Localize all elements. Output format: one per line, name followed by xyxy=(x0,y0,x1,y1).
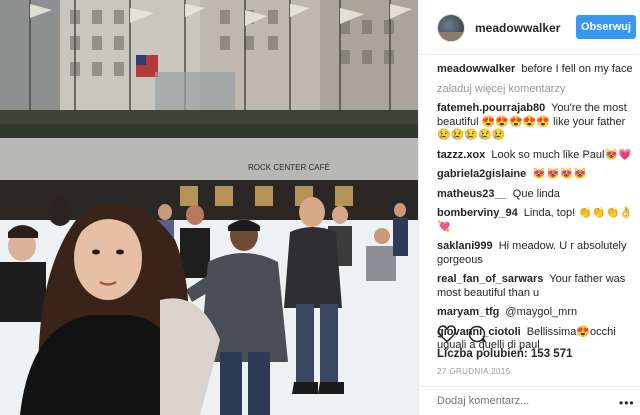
more-options-icon[interactable]: ••• xyxy=(619,396,635,410)
load-more-comments-link[interactable]: załaduj więcej komentarzy xyxy=(437,83,637,97)
comment-list: meadowwalker before I fell on my face za… xyxy=(437,63,637,359)
comment-item: fatemeh.pourrajab80 You're the most beau… xyxy=(437,102,637,143)
like-count[interactable]: Liczba polubień: 153 571 xyxy=(437,348,572,360)
heart-icon[interactable] xyxy=(437,324,457,344)
comment-text: Que linda xyxy=(512,187,560,200)
comment-icon[interactable] xyxy=(467,324,487,344)
comment-mention[interactable]: @maygol_mrn xyxy=(505,306,577,318)
comment-text: 😻😻😻😻 xyxy=(532,168,588,180)
post-photo[interactable]: ROCK CENTER CAFÉ xyxy=(0,0,418,415)
add-comment-bar: ••• xyxy=(419,386,640,415)
post-header: meadowwalker Obserwuj xyxy=(419,0,640,55)
comment-input[interactable] xyxy=(437,395,607,407)
comment-author[interactable]: saklani999 xyxy=(437,240,493,252)
cafe-sign: ROCK CENTER CAFÉ xyxy=(248,163,330,172)
cafe-wall xyxy=(0,138,418,182)
comment-author[interactable]: fatemeh.pourrajab80 xyxy=(437,102,545,114)
comment-text: Look so much like Paul😻💗 xyxy=(491,148,632,161)
comment-item: tazzz.xox Look so much like Paul😻💗 xyxy=(437,149,637,163)
avatar[interactable] xyxy=(437,14,465,42)
comment-item: maryam_tfg @maygol_mrn xyxy=(437,306,637,320)
comment-item: gabriela2gislaine 😻😻😻😻 xyxy=(437,168,637,182)
comment-item: saklani999 Hi meadow. U r absolutely gor… xyxy=(437,240,637,267)
post-actions xyxy=(437,324,637,346)
caption: meadowwalker before I fell on my face xyxy=(437,63,637,77)
comment-author[interactable]: matheus23__ xyxy=(437,188,507,200)
photo-illustration: ROCK CENTER CAFÉ xyxy=(0,0,418,415)
comment-item: matheus23__ Que linda xyxy=(437,188,637,202)
comment-author[interactable]: bomberviny_94 xyxy=(437,207,518,219)
comment-author[interactable]: tazzz.xox xyxy=(437,149,485,161)
header-username[interactable]: meadowwalker xyxy=(475,21,560,35)
caption-text: before I fell on my face xyxy=(521,63,633,75)
caption-author[interactable]: meadowwalker xyxy=(437,63,515,75)
comment-item: bomberviny_94 Linda, top! 👏👏👏👌💘 xyxy=(437,207,637,234)
comment-author[interactable]: real_fan_of_sarwars xyxy=(437,273,543,285)
comment-author[interactable]: maryam_tfg xyxy=(437,306,499,318)
comment-item: real_fan_of_sarwars Your father was most… xyxy=(437,273,637,300)
post-side-panel: meadowwalker Obserwuj meadowwalker befor… xyxy=(418,0,640,415)
follow-button[interactable]: Obserwuj xyxy=(576,15,636,39)
comment-author[interactable]: gabriela2gislaine xyxy=(437,168,526,180)
post-date: 27 GRUDNIA 2015 xyxy=(437,367,511,376)
